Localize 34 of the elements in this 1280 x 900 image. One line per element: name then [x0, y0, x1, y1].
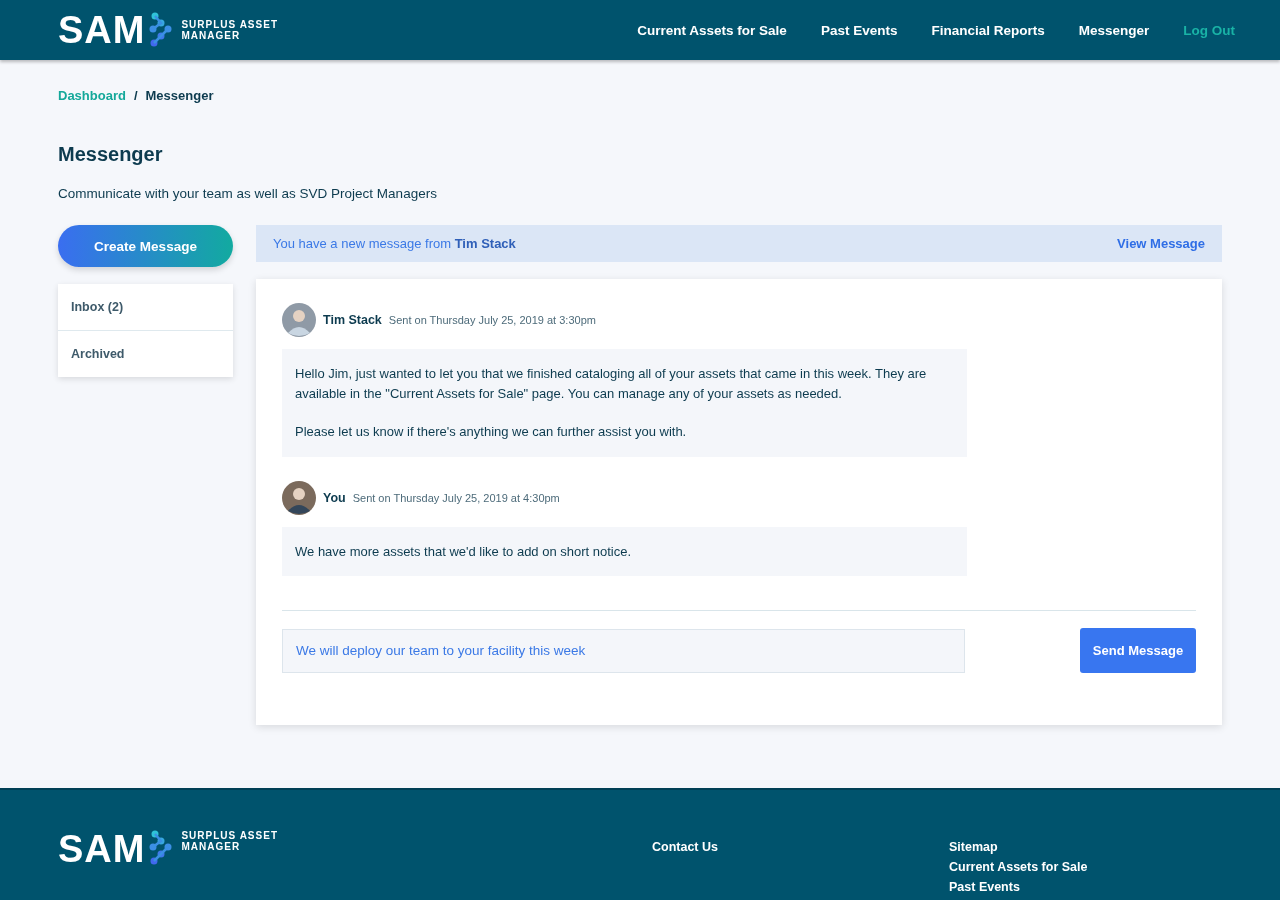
breadcrumb-separator: / — [133, 88, 138, 103]
page-title: Messenger — [58, 143, 164, 166]
message-text: Hello Jim, just wanted to let you that we finished cataloging all of your assets that came in this week. They are available in the "Current Assets for Sale" page. You can manage any of your assets as needed. — [295, 365, 928, 403]
breadcrumb-current: Messenger — [145, 88, 214, 103]
create-message-button[interactable]: Create Message — [58, 225, 233, 267]
avatar-icon — [282, 480, 316, 515]
nav-link[interactable]: Current Assets for Sale — [637, 22, 787, 38]
logo-wordmark: SAM — [58, 11, 146, 49]
sitemap-heading: Sitemap — [949, 840, 999, 854]
logo-text: SURPLUS ASSET MANAGER — [181, 19, 278, 41]
nav-link[interactable]: Messenger — [1078, 22, 1150, 38]
logo-wordmark: SAM — [58, 830, 146, 868]
send-message-button[interactable]: Send Message — [1080, 628, 1196, 673]
sent-time: Sent on Thursday July 25, 2019 at 3:30pm — [388, 314, 596, 326]
logo-dots-icon — [149, 12, 174, 48]
sender-name: Tim Stack — [323, 313, 382, 327]
folder-item[interactable]: Archived — [58, 331, 233, 377]
sitemap-link[interactable]: Current Assets for Sale — [949, 860, 1088, 874]
nav-link[interactable]: Financial Reports — [931, 22, 1045, 38]
nav-link[interactable]: Past Events — [820, 22, 898, 38]
sitemap-link[interactable]: Past Events — [949, 880, 1088, 894]
contact-link[interactable]: Contact Us — [652, 840, 949, 900]
sender-name: You — [323, 490, 346, 505]
message-text: Please let us know if there's anything we can further assist you with. — [295, 423, 688, 441]
view-message-link[interactable]: View Message — [1117, 236, 1205, 251]
logo-text: SURPLUS ASSET MANAGER — [181, 830, 278, 852]
reply-input-field[interactable]: We will deploy our team to your facility this week — [282, 628, 965, 673]
sent-time: Sent on Thursday July 25, 2019 at 4:30pm — [352, 491, 560, 504]
message-text: We have more assets that we'd like to add on short notice. — [295, 542, 633, 561]
logo-dots-icon — [149, 830, 174, 866]
avatar-icon — [282, 303, 316, 337]
page-subtitle: Communicate with your team as well as SVD Project Managers — [58, 186, 438, 201]
folder-item[interactable]: Inbox (2) — [58, 284, 233, 331]
notification-text: You have a new message from Tim Stack — [273, 236, 516, 251]
